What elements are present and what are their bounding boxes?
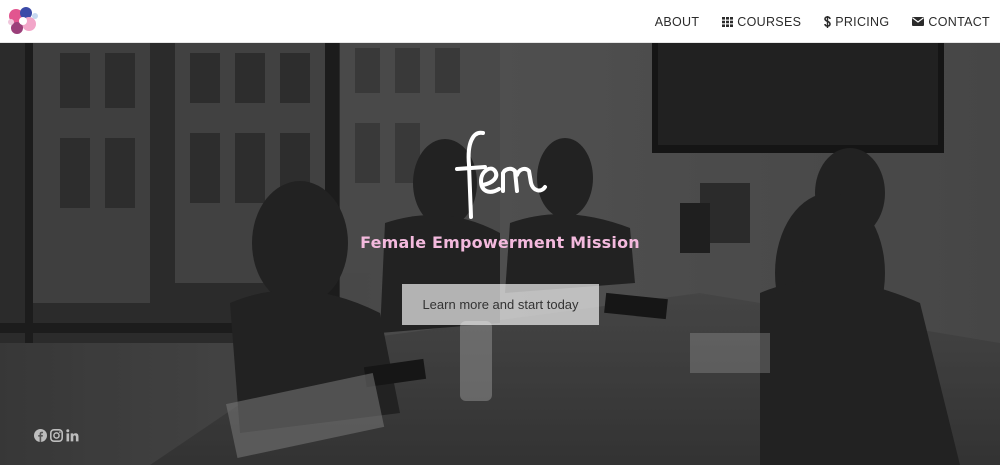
hero-tagline: Female Empowerment Mission bbox=[360, 233, 640, 252]
instagram-icon[interactable] bbox=[50, 429, 63, 442]
grid-icon bbox=[722, 16, 734, 27]
hero-dark-overlay bbox=[0, 43, 1000, 465]
nav-pricing[interactable]: PRICING bbox=[824, 15, 889, 29]
social-links bbox=[34, 429, 79, 442]
nav-about[interactable]: ABOUT bbox=[655, 15, 700, 29]
nav-pricing-label: PRICING bbox=[835, 14, 890, 29]
linkedin-icon[interactable] bbox=[66, 429, 79, 442]
nav-contact[interactable]: CONTACT bbox=[912, 15, 990, 29]
main-nav: ABOUT COURSES PRICING CONTACT bbox=[632, 0, 990, 43]
nav-courses-label: COURSES bbox=[737, 14, 802, 29]
fem-logo-mark bbox=[455, 130, 547, 219]
dollar-icon bbox=[824, 15, 832, 28]
hero-section: Female Empowerment Mission Learn more an… bbox=[0, 43, 1000, 465]
flower-logo[interactable] bbox=[4, 4, 42, 40]
nav-about-label: ABOUT bbox=[654, 14, 700, 29]
nav-contact-label: CONTACT bbox=[928, 14, 990, 29]
envelope-icon bbox=[912, 17, 925, 26]
facebook-icon[interactable] bbox=[34, 429, 47, 442]
learn-more-button[interactable]: Learn more and start today bbox=[402, 284, 599, 325]
top-navbar: ABOUT COURSES PRICING CONTACT bbox=[0, 0, 1000, 43]
nav-courses[interactable]: COURSES bbox=[722, 15, 801, 29]
